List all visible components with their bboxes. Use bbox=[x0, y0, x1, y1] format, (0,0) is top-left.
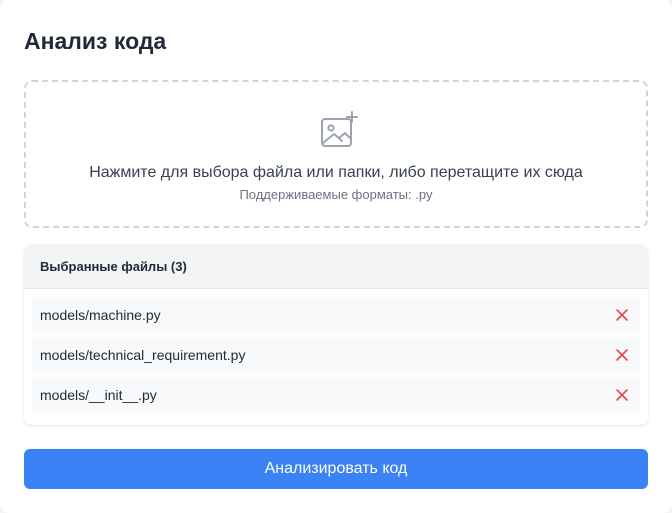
file-name: models/technical_requirement.py bbox=[40, 347, 246, 363]
page-title: Анализ кода bbox=[24, 28, 167, 54]
file-list: models/machine.py models/technical_requi… bbox=[24, 289, 648, 413]
close-icon bbox=[616, 349, 628, 361]
selected-files-panel: Выбранные файлы (3) models/machine.py mo… bbox=[24, 244, 648, 425]
image-add-icon bbox=[318, 110, 358, 150]
dropzone-instruction: Нажмите для выбора файла или папки, либо… bbox=[89, 164, 583, 181]
close-icon bbox=[616, 389, 628, 401]
analyze-code-button[interactable]: Анализировать код bbox=[24, 449, 648, 489]
close-icon bbox=[616, 309, 628, 321]
remove-file-button[interactable] bbox=[612, 385, 632, 405]
file-item: models/technical_requirement.py bbox=[32, 337, 640, 373]
remove-file-button[interactable] bbox=[612, 345, 632, 365]
file-dropzone[interactable]: Нажмите для выбора файла или папки, либо… bbox=[24, 80, 648, 228]
file-name: models/__init__.py bbox=[40, 387, 157, 403]
remove-file-button[interactable] bbox=[612, 305, 632, 325]
file-name: models/machine.py bbox=[40, 307, 161, 323]
file-item: models/__init__.py bbox=[32, 377, 640, 413]
dropzone-formats: Поддерживаемые форматы: .py bbox=[239, 187, 433, 202]
file-item: models/machine.py bbox=[32, 297, 640, 333]
code-analysis-card: Анализ кода Нажмите для выбора файла или… bbox=[0, 0, 672, 513]
selected-files-header: Выбранные файлы (3) bbox=[24, 244, 648, 289]
